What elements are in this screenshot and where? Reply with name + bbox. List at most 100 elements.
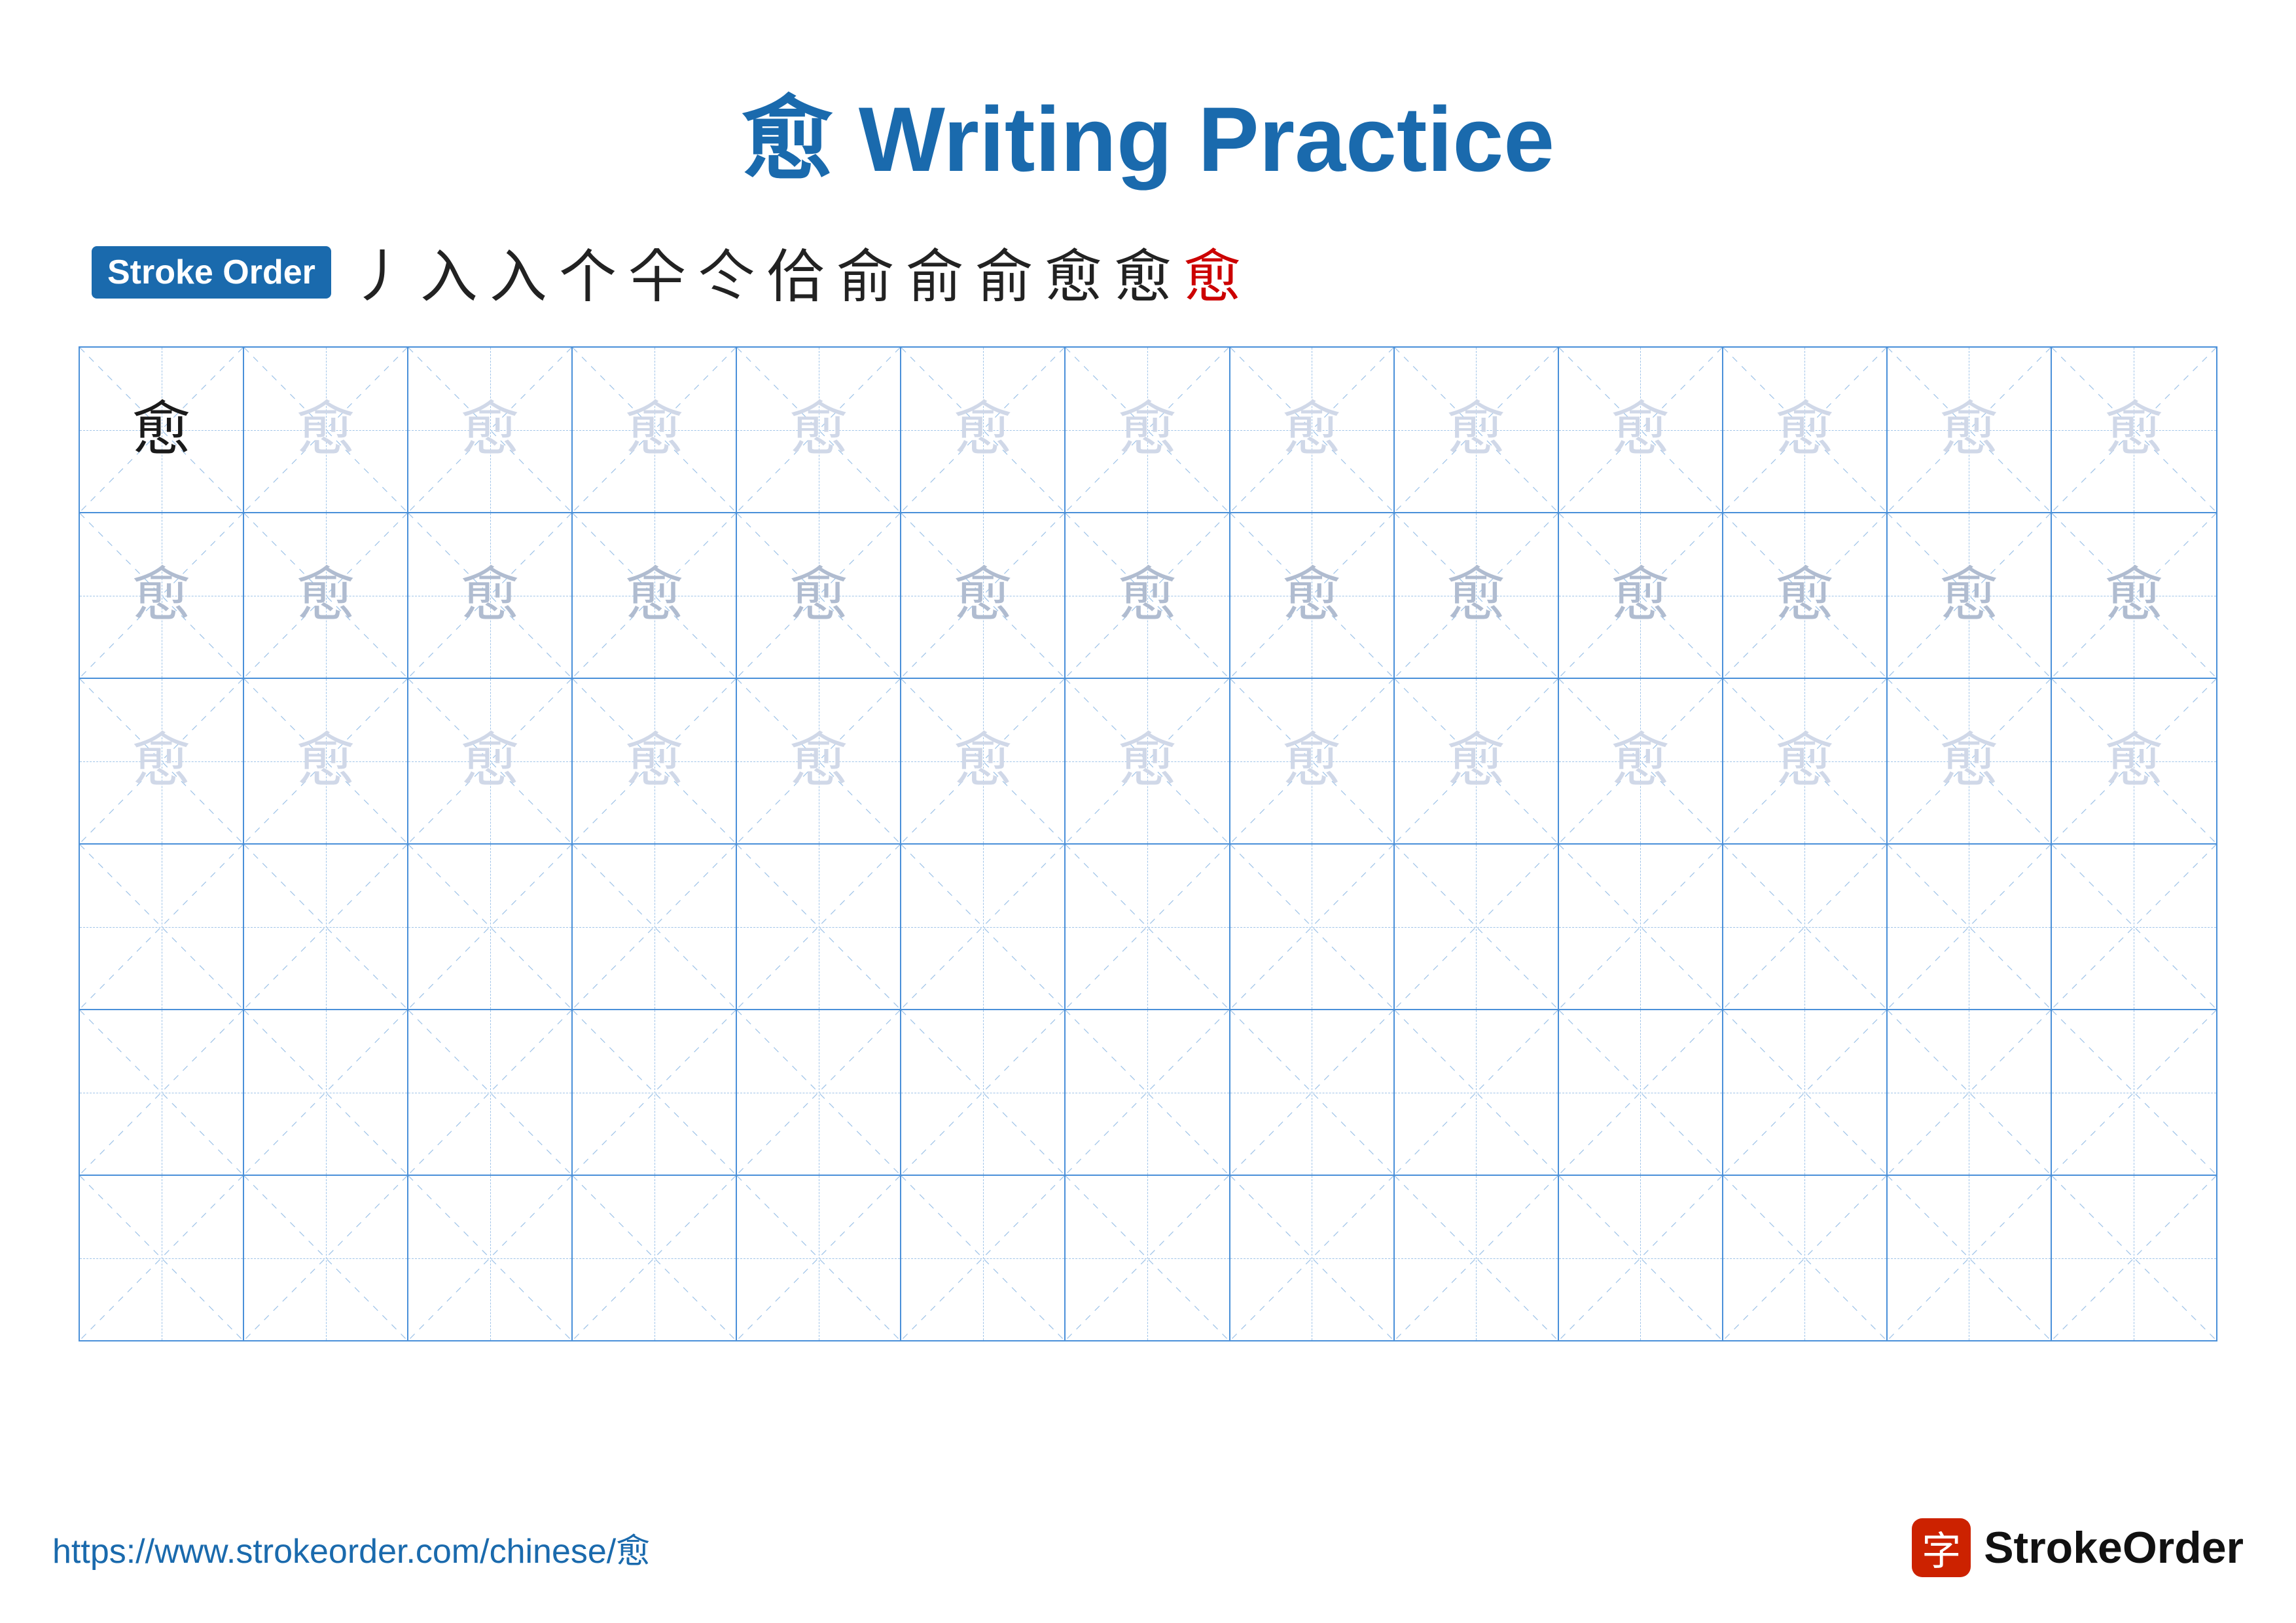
grid-cell[interactable] [1066, 1176, 1230, 1340]
grid-cell[interactable]: 愈 [1066, 679, 1230, 843]
practice-char: 愈 [296, 401, 355, 460]
grid-cell[interactable] [1559, 1010, 1723, 1175]
grid-row-6 [80, 1176, 2216, 1340]
grid-cell[interactable] [1230, 1176, 1395, 1340]
grid-cell[interactable]: 愈 [408, 348, 573, 512]
grid-cell[interactable] [80, 1010, 244, 1175]
practice-grid: 愈 愈 愈 愈 愈 愈 愈 [79, 346, 2217, 1341]
grid-cell[interactable] [1066, 845, 1230, 1009]
grid-cell[interactable]: 愈 [1723, 513, 1888, 678]
grid-cell[interactable]: 愈 [1230, 348, 1395, 512]
grid-cell[interactable] [737, 845, 901, 1009]
practice-char: 愈 [1118, 732, 1177, 791]
grid-cell[interactable]: 愈 [901, 348, 1066, 512]
grid-cell[interactable]: 愈 [408, 513, 573, 678]
practice-char: 愈 [1611, 732, 1670, 791]
stroke-1: 丿 [351, 230, 408, 314]
grid-cell[interactable] [1723, 845, 1888, 1009]
grid-cell[interactable] [737, 1010, 901, 1175]
grid-cell[interactable] [244, 1010, 408, 1175]
grid-cell[interactable] [1395, 1176, 1559, 1340]
grid-cell[interactable]: 愈 [1559, 348, 1723, 512]
grid-cell[interactable] [2052, 845, 2216, 1009]
grid-cell[interactable] [408, 1010, 573, 1175]
grid-cell[interactable] [2052, 1010, 2216, 1175]
grid-cell[interactable] [1230, 1010, 1395, 1175]
grid-cell[interactable] [408, 1176, 573, 1340]
grid-cell[interactable]: 愈 [573, 348, 737, 512]
grid-cell[interactable] [737, 1176, 901, 1340]
grid-cell[interactable]: 愈 [408, 679, 573, 843]
grid-cell[interactable] [901, 845, 1066, 1009]
grid-cell[interactable] [2052, 1176, 2216, 1340]
grid-cell[interactable]: 愈 [1723, 679, 1888, 843]
grid-cell[interactable] [244, 845, 408, 1009]
grid-cell[interactable] [1559, 1176, 1723, 1340]
grid-cell[interactable]: 愈 [1066, 348, 1230, 512]
grid-cell[interactable] [573, 845, 737, 1009]
grid-cell[interactable] [1888, 1010, 2052, 1175]
grid-cell[interactable]: 愈 [901, 679, 1066, 843]
brand-name: StrokeOrder [1984, 1522, 2244, 1573]
grid-cell[interactable]: 愈 [573, 679, 737, 843]
grid-cell[interactable] [80, 845, 244, 1009]
practice-char: 愈 [625, 566, 684, 625]
grid-cell[interactable] [1230, 845, 1395, 1009]
practice-char: 愈 [2104, 566, 2163, 625]
grid-cell[interactable] [1066, 1010, 1230, 1175]
grid-cell[interactable] [408, 845, 573, 1009]
grid-cell[interactable] [573, 1176, 737, 1340]
grid-cell[interactable] [1723, 1176, 1888, 1340]
footer-url[interactable]: https://www.strokeorder.com/chinese/愈 [52, 1523, 650, 1573]
grid-cell[interactable]: 愈 [2052, 679, 2216, 843]
practice-char: 愈 [789, 566, 848, 625]
grid-cell[interactable]: 愈 [1230, 679, 1395, 843]
grid-cell[interactable] [1395, 1010, 1559, 1175]
grid-cell[interactable] [1559, 845, 1723, 1009]
grid-cell[interactable] [80, 1176, 244, 1340]
practice-char: 愈 [461, 566, 520, 625]
practice-char: 愈 [789, 732, 848, 791]
grid-cell[interactable]: 愈 [737, 348, 901, 512]
practice-char: 愈 [461, 401, 520, 460]
grid-cell[interactable]: 愈 [1559, 513, 1723, 678]
grid-cell[interactable]: 愈 [244, 679, 408, 843]
stroke-5: 仐 [628, 230, 686, 314]
grid-cell[interactable]: 愈 [1230, 513, 1395, 678]
grid-cell[interactable] [1723, 1010, 1888, 1175]
grid-cell[interactable] [573, 1010, 737, 1175]
practice-char: 愈 [954, 401, 1013, 460]
grid-cell[interactable] [244, 1176, 408, 1340]
grid-cell[interactable]: 愈 [1888, 513, 2052, 678]
grid-cell[interactable]: 愈 [1395, 348, 1559, 512]
grid-cell[interactable]: 愈 [1559, 679, 1723, 843]
grid-cell[interactable] [901, 1176, 1066, 1340]
grid-cell[interactable]: 愈 [80, 513, 244, 678]
practice-char: 愈 [132, 401, 191, 460]
grid-cell[interactable]: 愈 [737, 513, 901, 678]
grid-cell[interactable]: 愈 [1395, 679, 1559, 843]
grid-cell[interactable]: 愈 [1888, 348, 2052, 512]
grid-cell[interactable]: 愈 [80, 679, 244, 843]
practice-char: 愈 [1446, 732, 1505, 791]
grid-cell[interactable] [1395, 845, 1559, 1009]
grid-cell[interactable] [1888, 1176, 2052, 1340]
grid-cell[interactable]: 愈 [573, 513, 737, 678]
grid-cell[interactable]: 愈 [244, 513, 408, 678]
grid-cell[interactable]: 愈 [737, 679, 901, 843]
grid-cell[interactable] [901, 1010, 1066, 1175]
grid-cell[interactable]: 愈 [901, 513, 1066, 678]
grid-cell[interactable]: 愈 [1888, 679, 2052, 843]
grid-cell[interactable]: 愈 [1395, 513, 1559, 678]
practice-char: 愈 [1939, 566, 1998, 625]
practice-char: 愈 [1118, 401, 1177, 460]
grid-cell[interactable]: 愈 [2052, 513, 2216, 678]
grid-cell[interactable]: 愈 [244, 348, 408, 512]
grid-cell[interactable]: 愈 [1066, 513, 1230, 678]
grid-cell[interactable]: 愈 [2052, 348, 2216, 512]
grid-cell[interactable] [1888, 845, 2052, 1009]
stroke-11: 愈 [1045, 230, 1102, 314]
stroke-8: 俞 [836, 230, 894, 314]
grid-cell[interactable]: 愈 [80, 348, 244, 512]
grid-cell[interactable]: 愈 [1723, 348, 1888, 512]
